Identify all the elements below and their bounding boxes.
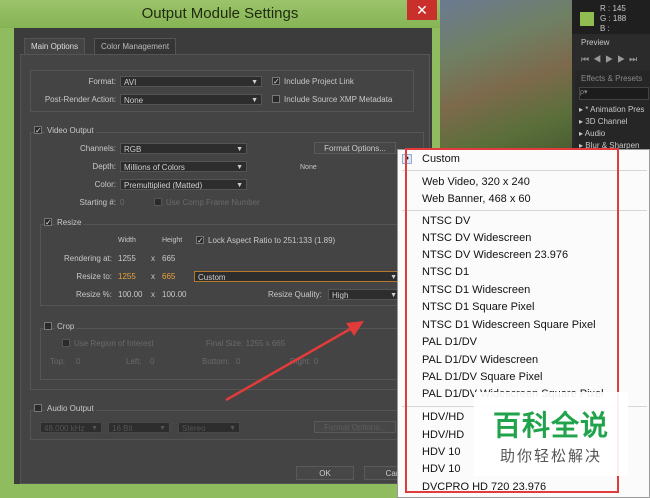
watermark-title: 百科全说 (492, 410, 609, 441)
watermark-subtitle: 助你轻松解决 (499, 448, 602, 465)
arrow-shaft (225, 326, 353, 402)
